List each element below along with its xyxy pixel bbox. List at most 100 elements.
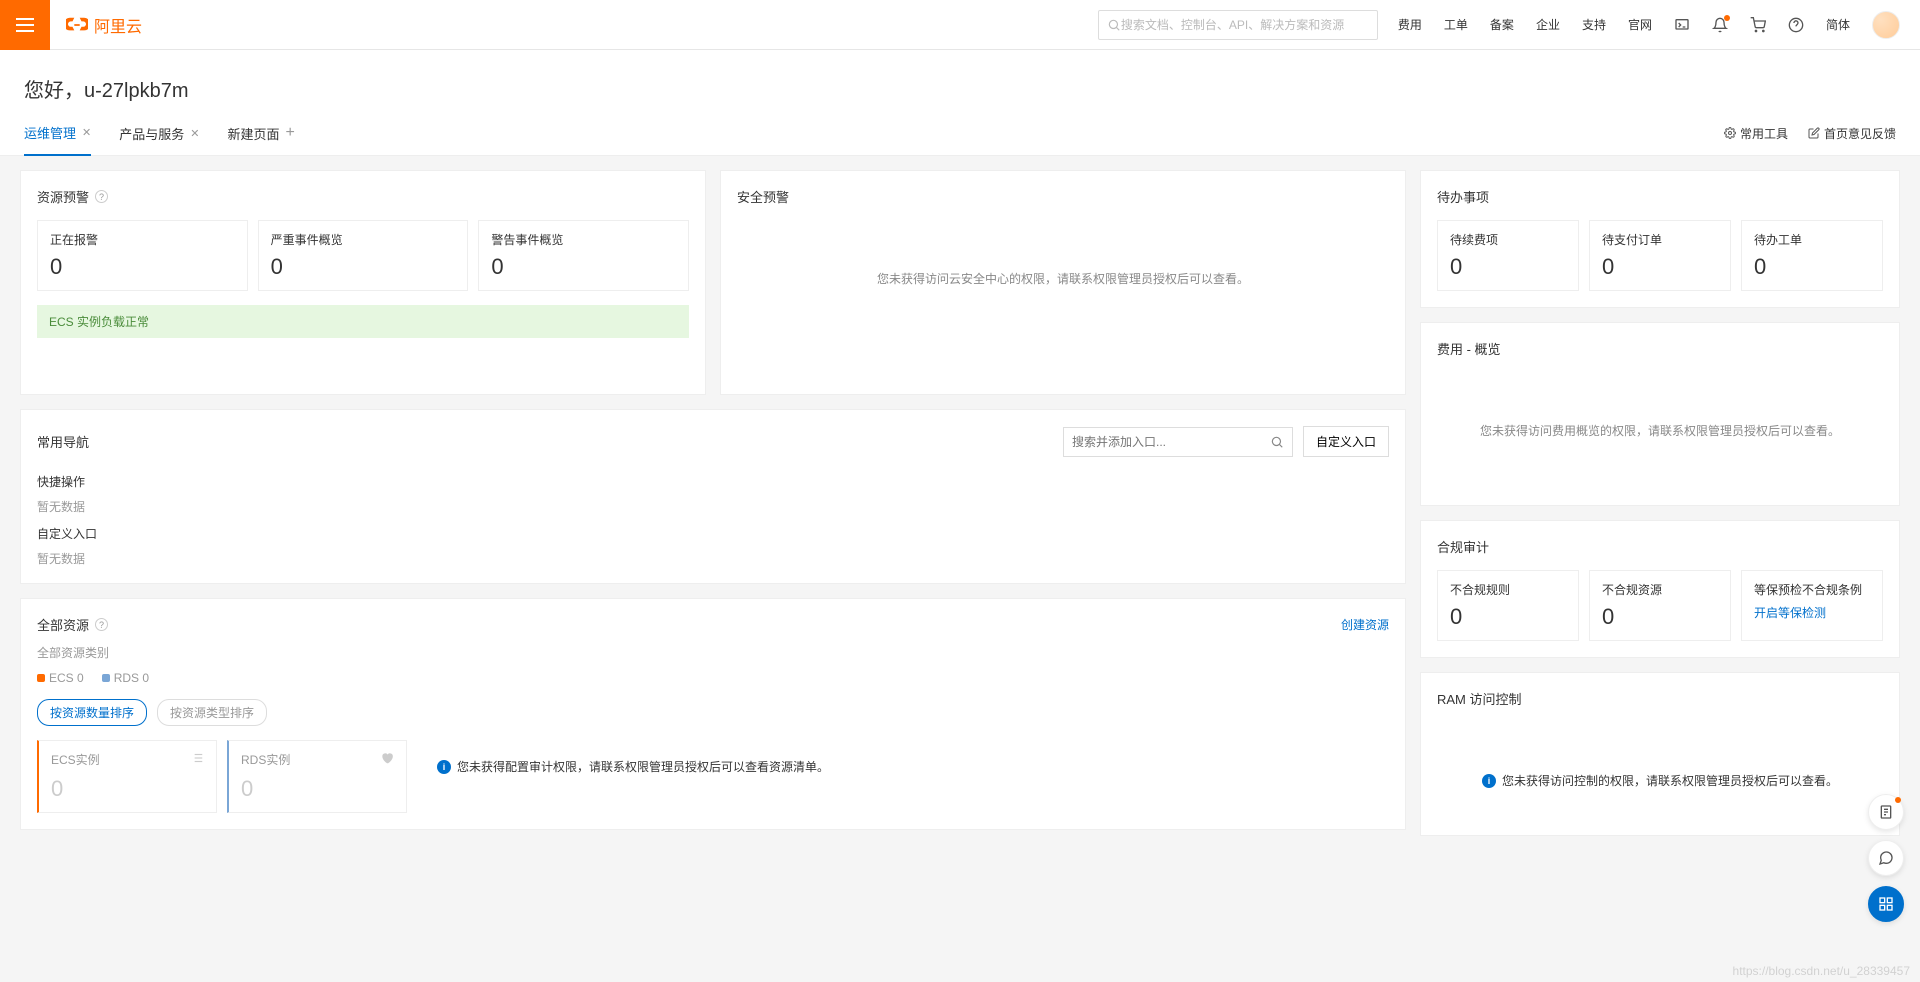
- create-resource-link[interactable]: 创建资源: [1341, 616, 1389, 633]
- panel-title-text: RAM 访问控制: [1437, 689, 1522, 708]
- panel-title-text: 全部资源: [37, 615, 89, 634]
- grid-icon: [1878, 896, 1894, 912]
- stat-noncompliant-resources[interactable]: 不合规资源 0: [1589, 570, 1731, 641]
- top-link-beian[interactable]: 备案: [1490, 16, 1514, 33]
- panel-title-text: 费用 - 概览: [1437, 339, 1501, 358]
- top-link-ticket[interactable]: 工单: [1444, 16, 1468, 33]
- terminal-icon[interactable]: [1674, 17, 1690, 33]
- panel-security-alert: 安全预警 您未获得访问云安全中心的权限，请联系权限管理员授权后可以查看。: [720, 170, 1406, 395]
- notification-dot: [1724, 15, 1730, 21]
- search-icon: [1107, 18, 1121, 32]
- ecs-load-banner: ECS 实例负载正常: [37, 305, 689, 338]
- legend-rds: RDS 0: [102, 671, 149, 685]
- instance-ecs[interactable]: ECS实例 0: [37, 740, 217, 813]
- tab-new[interactable]: 新建页面 +: [227, 112, 294, 155]
- close-icon[interactable]: ✕: [82, 126, 91, 139]
- quick-ops-label: 快捷操作: [37, 473, 1389, 490]
- custom-entry-button[interactable]: 自定义入口: [1303, 426, 1389, 457]
- notification-dot: [1895, 797, 1901, 803]
- stat-critical[interactable]: 严重事件概览 0: [258, 220, 469, 291]
- close-icon[interactable]: ✕: [190, 127, 199, 140]
- tabs-row: 运维管理 ✕ 产品与服务 ✕ 新建页面 + 常用工具 首页意见反馈: [0, 111, 1920, 156]
- add-icon[interactable]: +: [285, 124, 294, 142]
- aliyun-logo-icon: [66, 16, 88, 34]
- list-icon: [190, 751, 204, 765]
- tab-label: 新建页面: [227, 124, 279, 143]
- floating-buttons: [1868, 794, 1904, 922]
- resource-category: 全部资源类别: [37, 644, 1389, 661]
- float-survey-button[interactable]: [1868, 794, 1904, 830]
- edit-icon: [1808, 127, 1820, 139]
- top-link-cost[interactable]: 费用: [1398, 16, 1422, 33]
- notification-icon[interactable]: [1712, 17, 1728, 33]
- tools-link[interactable]: 常用工具: [1724, 125, 1788, 142]
- enable-protection-link[interactable]: 开启等保检测: [1754, 604, 1870, 621]
- greeting: 您好，u-27lpkb7m: [0, 50, 1920, 111]
- language-switch[interactable]: 简体: [1826, 16, 1850, 33]
- float-chat-button[interactable]: [1868, 840, 1904, 876]
- panel-ram: RAM 访问控制 i 您未获得访问控制的权限，请联系权限管理员授权后可以查看。: [1420, 672, 1900, 836]
- instance-rds[interactable]: RDS实例 0: [227, 740, 407, 813]
- panel-title-text: 常用导航: [37, 432, 89, 451]
- info-icon: i: [437, 760, 451, 774]
- panel-title-text: 合规审计: [1437, 537, 1489, 556]
- help-icon[interactable]: ?: [95, 190, 108, 203]
- ram-permission-msg: i 您未获得访问控制的权限，请联系权限管理员授权后可以查看。: [1437, 722, 1883, 819]
- logo[interactable]: 阿里云: [50, 13, 158, 37]
- feedback-link[interactable]: 首页意见反馈: [1808, 125, 1896, 142]
- tab-products[interactable]: 产品与服务 ✕: [119, 112, 199, 155]
- sort-by-type[interactable]: 按资源类型排序: [157, 699, 267, 726]
- panel-title-text: 资源预警: [37, 187, 89, 206]
- resource-legend: ECS 0 RDS 0: [37, 671, 1389, 685]
- top-link-website[interactable]: 官网: [1628, 16, 1652, 33]
- tab-ops[interactable]: 运维管理 ✕: [24, 111, 91, 156]
- heart-icon: [380, 751, 394, 765]
- global-search-input[interactable]: [1121, 18, 1369, 32]
- legend-ecs: ECS 0: [37, 671, 84, 685]
- top-link-enterprise[interactable]: 企业: [1536, 16, 1560, 33]
- panel-compliance: 合规审计 不合规规则 0 不合规资源 0 等保预检不合规条例 开启等保检测: [1420, 520, 1900, 658]
- tab-label: 产品与服务: [119, 124, 184, 143]
- tab-label: 运维管理: [24, 123, 76, 142]
- top-links: 费用 工单 备案 企业 支持 官网 简体: [1378, 11, 1920, 39]
- watermark: https://blog.csdn.net/u_28339457: [1733, 964, 1910, 978]
- stat-classified-protection[interactable]: 等保预检不合规条例 开启等保检测: [1741, 570, 1883, 641]
- cart-icon[interactable]: [1750, 17, 1766, 33]
- custom-entry-label: 自定义入口: [37, 525, 1389, 542]
- sort-by-count[interactable]: 按资源数量排序: [37, 699, 147, 726]
- info-icon: i: [1482, 774, 1496, 788]
- security-empty-msg: 您未获得访问云安全中心的权限，请联系权限管理员授权后可以查看。: [737, 220, 1389, 337]
- survey-icon: [1878, 804, 1894, 820]
- panel-title-text: 待办事项: [1437, 187, 1489, 206]
- stat-alarming[interactable]: 正在报警 0: [37, 220, 248, 291]
- help-icon[interactable]: ?: [95, 618, 108, 631]
- avatar[interactable]: [1872, 11, 1900, 39]
- global-search[interactable]: [1098, 10, 1378, 40]
- stat-renewal[interactable]: 待续费项 0: [1437, 220, 1579, 291]
- nav-search[interactable]: [1063, 427, 1293, 457]
- quick-ops-empty: 暂无数据: [37, 498, 1389, 515]
- brand-text: 阿里云: [94, 13, 142, 37]
- panel-cost: 费用 - 概览 您未获得访问费用概览的权限，请联系权限管理员授权后可以查看。: [1420, 322, 1900, 506]
- custom-entry-empty: 暂无数据: [37, 550, 1389, 567]
- panel-nav: 常用导航 自定义入口 快捷操作 暂无数据 自定义入口 暂无数据: [20, 409, 1406, 584]
- top-link-support[interactable]: 支持: [1582, 16, 1606, 33]
- gear-icon: [1724, 127, 1736, 139]
- help-top-icon[interactable]: [1788, 17, 1804, 33]
- cost-empty-msg: 您未获得访问费用概览的权限，请联系权限管理员授权后可以查看。: [1437, 372, 1883, 489]
- chat-icon: [1878, 850, 1894, 866]
- panel-todo: 待办事项 待续费项 0 待支付订单 0 待办工单 0: [1420, 170, 1900, 308]
- panel-resource-alert: 资源预警 ? 正在报警 0 严重事件概览 0 警告事件概览: [20, 170, 706, 395]
- stat-warning[interactable]: 警告事件概览 0: [478, 220, 689, 291]
- float-apps-button[interactable]: [1868, 886, 1904, 922]
- nav-search-input[interactable]: [1072, 435, 1270, 449]
- stat-pending-ticket[interactable]: 待办工单 0: [1741, 220, 1883, 291]
- search-icon: [1270, 435, 1284, 449]
- panel-title-text: 安全预警: [737, 187, 789, 206]
- stat-noncompliant-rules[interactable]: 不合规规则 0: [1437, 570, 1579, 641]
- topbar: 阿里云 费用 工单 备案 企业 支持 官网 简体: [0, 0, 1920, 50]
- resource-permission-msg: i 您未获得配置审计权限，请联系权限管理员授权后可以查看资源清单。: [417, 740, 829, 775]
- panel-resources: 全部资源 ? 创建资源 全部资源类别 ECS 0 RDS 0 按资源数量排序 按…: [20, 598, 1406, 830]
- stat-pending-order[interactable]: 待支付订单 0: [1589, 220, 1731, 291]
- hamburger-button[interactable]: [0, 0, 50, 50]
